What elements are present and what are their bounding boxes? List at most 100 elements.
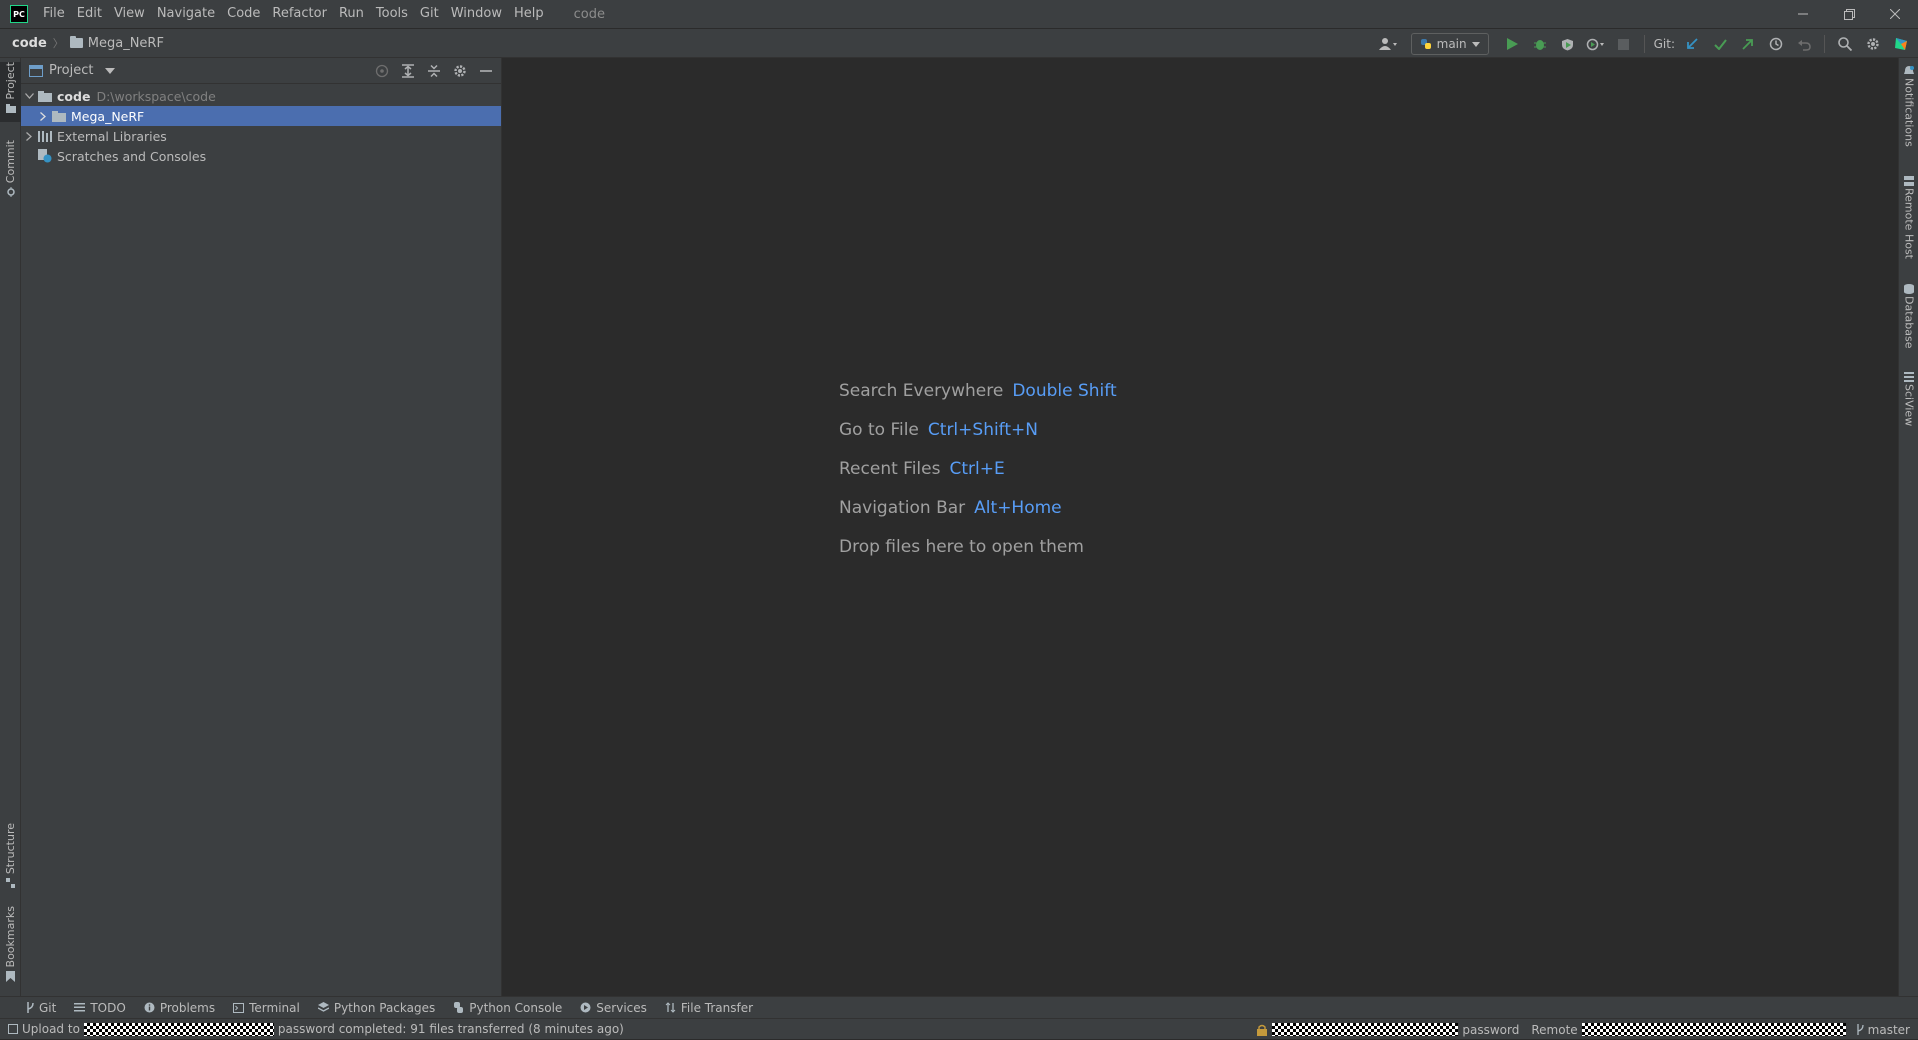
- redacted-host-image: [83, 1022, 274, 1036]
- list-icon: [74, 1003, 86, 1012]
- tool-tab-project[interactable]: Project: [0, 62, 21, 122]
- coverage-button[interactable]: [1557, 33, 1579, 55]
- chevron-down-icon[interactable]: [105, 67, 116, 74]
- run-button[interactable]: [1501, 33, 1523, 55]
- git-rollback-button[interactable]: [1793, 33, 1815, 55]
- collapse-all-button[interactable]: [423, 60, 445, 82]
- status-bar: Upload to password completed: 91 files t…: [0, 1018, 1918, 1039]
- tool-tab-sciview[interactable]: SciView: [1899, 372, 1918, 426]
- menu-help[interactable]: Help: [508, 0, 550, 28]
- debug-button[interactable]: [1529, 33, 1551, 55]
- git-label: Git:: [1653, 37, 1675, 51]
- status-remote[interactable]: Remote: [1531, 1023, 1577, 1037]
- status-upload-prefix: Upload to: [22, 1022, 80, 1036]
- bottom-tab-problems[interactable]: Problems: [144, 1001, 215, 1015]
- git-history-button[interactable]: [1765, 33, 1787, 55]
- breadcrumb-folder-label: Mega_NeRF: [87, 35, 164, 51]
- account-button[interactable]: [1377, 33, 1399, 55]
- hint-shortcut[interactable]: Alt+Home: [974, 498, 1061, 518]
- sciview-icon: [1904, 372, 1914, 382]
- bottom-tab-git[interactable]: Git: [26, 1001, 56, 1015]
- minimize-icon: [1798, 13, 1808, 15]
- expand-all-icon: [402, 64, 414, 78]
- chevron-right-icon[interactable]: [21, 126, 37, 146]
- undo-icon: [1797, 39, 1811, 51]
- profile-button[interactable]: [1585, 33, 1607, 55]
- bottom-tab-python-console[interactable]: Python Console: [453, 1001, 562, 1015]
- status-toggle-icon: [8, 1024, 18, 1034]
- tool-tab-remote-host[interactable]: Remote Host: [1899, 176, 1918, 259]
- minimize-button[interactable]: [1780, 0, 1826, 28]
- chevron-down-icon: [1471, 41, 1480, 47]
- scratches-icon: [37, 148, 53, 164]
- bell-icon: [1904, 66, 1914, 74]
- expand-all-button[interactable]: [397, 60, 419, 82]
- tool-tab-bookmarks[interactable]: Bookmarks: [0, 906, 21, 986]
- bottom-tab-file-transfer[interactable]: File Transfer: [665, 1001, 753, 1015]
- breadcrumb-root[interactable]: code: [12, 36, 47, 51]
- close-window-button[interactable]: [1872, 0, 1918, 28]
- bottom-tab-services[interactable]: Services: [580, 1001, 647, 1015]
- menu-view[interactable]: View: [108, 0, 151, 28]
- select-opened-file-button[interactable]: [371, 60, 393, 82]
- restore-button[interactable]: [1826, 0, 1872, 28]
- run-configuration-select[interactable]: main: [1410, 33, 1489, 55]
- breadcrumb-separator-icon: 〉: [52, 37, 64, 50]
- tool-tab-database[interactable]: Database: [1899, 284, 1918, 349]
- menu-run[interactable]: Run: [333, 0, 370, 28]
- lock-icon: [1257, 1024, 1268, 1036]
- hint-shortcut[interactable]: Ctrl+Shift+N: [928, 420, 1038, 440]
- menu-navigate[interactable]: Navigate: [151, 0, 221, 28]
- hint-shortcut[interactable]: Double Shift: [1012, 381, 1116, 401]
- status-message[interactable]: Upload to password completed: 91 files t…: [8, 1022, 624, 1036]
- tree-node-scratches[interactable]: Scratches and Consoles: [21, 146, 501, 166]
- breadcrumb-folder[interactable]: Mega_NeRF: [69, 35, 164, 51]
- tree-node-code[interactable]: code D:\workspace\code: [21, 86, 501, 106]
- checkmark-icon: [1713, 38, 1727, 50]
- bottom-tab-terminal[interactable]: Terminal: [233, 1001, 300, 1015]
- tool-tab-sciview-label: SciView: [1902, 384, 1916, 427]
- menu-git[interactable]: Git: [414, 0, 445, 28]
- chevron-down-icon[interactable]: [21, 86, 37, 106]
- tree-node-external-libraries[interactable]: External Libraries: [21, 126, 501, 146]
- settings-button[interactable]: [1862, 33, 1884, 55]
- ide-updates-button[interactable]: [1890, 33, 1912, 55]
- menu-tools[interactable]: Tools: [370, 0, 414, 28]
- clock-icon: [1769, 37, 1783, 51]
- hide-panel-button[interactable]: [475, 60, 497, 82]
- status-widgets: password Remote master: [1256, 1019, 1910, 1040]
- git-update-button[interactable]: [1681, 33, 1703, 55]
- tool-tab-structure[interactable]: Structure: [0, 823, 21, 895]
- menu-edit[interactable]: Edit: [71, 0, 108, 28]
- bottom-tab-python-packages[interactable]: Python Packages: [317, 1001, 435, 1015]
- stop-button[interactable]: [1613, 33, 1635, 55]
- tree-node-mega-nerf[interactable]: Mega_NeRF: [21, 106, 501, 126]
- menu-file[interactable]: File: [37, 0, 71, 28]
- gear-icon: [454, 65, 466, 77]
- status-branch[interactable]: master: [1868, 1023, 1910, 1037]
- editor-area[interactable]: Search Everywhere Double Shift Go to Fil…: [502, 58, 1898, 996]
- hint-label: Navigation Bar: [839, 497, 966, 518]
- panel-options-button[interactable]: [449, 60, 471, 82]
- project-panel-actions: [371, 60, 497, 82]
- structure-icon: [5, 878, 15, 889]
- hint-recent-files: Recent Files Ctrl+E: [839, 449, 1117, 488]
- editor-empty-hints: Search Everywhere Double Shift Go to Fil…: [839, 371, 1117, 566]
- status-password[interactable]: password: [1462, 1023, 1519, 1037]
- tool-tab-commit[interactable]: Commit: [0, 140, 21, 200]
- git-push-button[interactable]: [1737, 33, 1759, 55]
- bottom-tab-todo[interactable]: TODO: [74, 1001, 126, 1015]
- menu-code[interactable]: Code: [221, 0, 266, 28]
- tool-tab-database-label: Database: [1902, 296, 1916, 349]
- menu-window[interactable]: Window: [445, 0, 508, 28]
- menu-refactor[interactable]: Refactor: [266, 0, 333, 28]
- project-panel-title[interactable]: Project: [49, 63, 93, 78]
- search-everywhere-button[interactable]: [1834, 33, 1856, 55]
- tool-tab-notifications[interactable]: Notifications: [1899, 66, 1918, 147]
- python-icon: [454, 1002, 464, 1013]
- bottom-tab-label: Python Console: [469, 1000, 563, 1015]
- hint-shortcut[interactable]: Ctrl+E: [949, 459, 1004, 479]
- git-commit-button[interactable]: [1709, 33, 1731, 55]
- chevron-right-icon[interactable]: [35, 106, 51, 126]
- hint-label: Search Everywhere: [839, 380, 1004, 401]
